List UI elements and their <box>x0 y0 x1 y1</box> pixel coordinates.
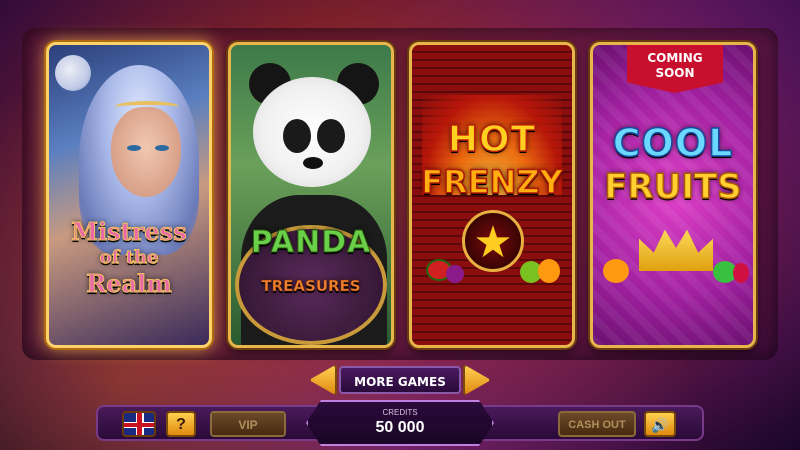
game-logo-title: COOL <box>612 120 734 166</box>
game-logo-subtitle: FRUITS <box>604 166 743 208</box>
tiara-art <box>115 101 179 113</box>
orange-icon <box>538 259 560 283</box>
raspberry-icon <box>733 263 749 283</box>
cash-out-button[interactable]: CASH OUT <box>558 411 636 437</box>
logo-line: Mistress <box>71 217 187 247</box>
game-tile-mistress-of-the-realm[interactable]: Mistress of the Realm <box>46 42 212 348</box>
plum-icon <box>446 265 464 283</box>
uk-flag-icon[interactable] <box>122 411 156 437</box>
panda-eye-patch-art <box>283 119 311 153</box>
game-tile-cool-fruits[interactable]: COMING SOON COOL FRUITS <box>590 42 756 348</box>
game-logo-subtitle: FRENZY <box>420 162 563 202</box>
vip-button[interactable]: VIP <box>210 411 286 437</box>
game-tile-panda-treasures[interactable]: PANDA TREASURES <box>228 42 394 348</box>
panda-nose-art <box>303 157 323 169</box>
panda-head-art <box>253 77 371 187</box>
game-logo-subtitle: TREASURES <box>261 277 361 296</box>
moon-art <box>55 55 91 91</box>
star-icon: ★ <box>473 217 513 268</box>
game-logo-title: PANDA <box>250 225 372 261</box>
more-games-nav: MORE GAMES <box>309 364 491 396</box>
credits-value: 50 000 <box>375 419 425 436</box>
credits-label: CREDITS <box>382 408 418 417</box>
arrow-left-icon[interactable] <box>309 364 337 396</box>
help-button[interactable]: ? <box>166 411 196 437</box>
character-face-art <box>111 107 181 197</box>
logo-line: of the <box>99 247 159 269</box>
credits-display: CREDITS 50 000 <box>306 400 494 446</box>
game-logo: Mistress of the Realm <box>49 217 209 299</box>
orange-icon <box>603 259 629 283</box>
arrow-right-icon[interactable] <box>463 364 491 396</box>
logo-line: Realm <box>86 269 172 299</box>
more-games-button[interactable]: MORE GAMES <box>339 366 461 394</box>
eye-art <box>127 145 141 151</box>
game-tile-hot-frenzy[interactable]: HOT FRENZY ★ <box>409 42 575 348</box>
coming-soon-badge-text: COMING SOON <box>627 51 723 81</box>
panda-eye-patch-art <box>317 119 345 153</box>
eye-art <box>155 145 169 151</box>
star-emblem: ★ <box>462 210 524 272</box>
speaker-icon[interactable]: 🔊 <box>644 411 676 437</box>
game-logo-title: HOT <box>447 118 537 161</box>
badge-line: COMING <box>647 51 703 65</box>
badge-line: SOON <box>655 66 695 80</box>
